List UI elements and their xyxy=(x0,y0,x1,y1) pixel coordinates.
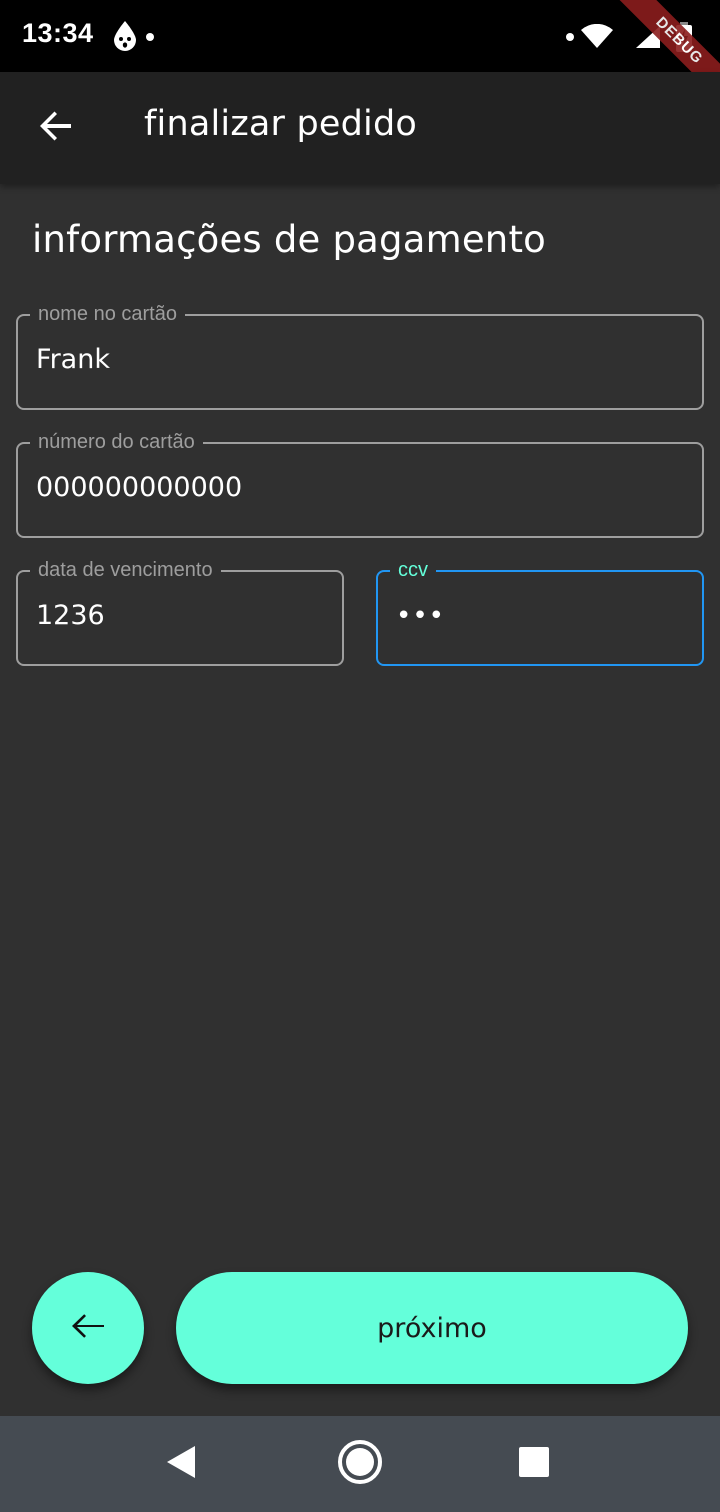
nav-back-button[interactable] xyxy=(158,1440,206,1488)
arrow-back-icon xyxy=(38,108,74,148)
expiry-date-value: 1236 xyxy=(36,600,105,631)
page-title: finalizar pedido xyxy=(144,104,417,144)
previous-step-button[interactable] xyxy=(32,1272,144,1384)
status-bar: 13:34 H DEBUG xyxy=(0,0,720,72)
wifi-icon xyxy=(580,23,614,54)
app-bar-back-button[interactable] xyxy=(24,96,88,160)
expiry-date-label: data de vencimento xyxy=(30,557,221,583)
status-time: 13:34 xyxy=(22,18,94,48)
expiry-date-field[interactable]: data de vencimento 1236 xyxy=(16,557,344,666)
ccv-label: ccv xyxy=(390,557,436,583)
section-heading: informações de pagamento xyxy=(32,218,546,261)
card-number-field[interactable]: número do cartão 000000000000 xyxy=(16,429,704,538)
dot-icon xyxy=(566,33,574,41)
card-number-value: 000000000000 xyxy=(36,472,243,503)
ccv-field[interactable]: ccv ••• xyxy=(376,557,704,666)
nav-home-icon xyxy=(337,1439,383,1489)
dot-icon xyxy=(146,33,154,41)
card-number-label: número do cartão xyxy=(30,429,203,455)
nav-back-icon xyxy=(165,1444,199,1484)
debug-banner: DEBUG xyxy=(609,0,720,72)
card-name-value: Frank xyxy=(36,344,110,375)
arrow-back-icon xyxy=(68,1306,108,1350)
ccv-value: ••• xyxy=(396,601,446,631)
notification-icon xyxy=(112,20,138,56)
system-nav-bar xyxy=(0,1416,720,1512)
nav-recents-icon xyxy=(518,1446,550,1482)
app-bar: finalizar pedido xyxy=(0,72,720,184)
next-button-label: próximo xyxy=(377,1312,487,1344)
next-button[interactable]: próximo xyxy=(176,1272,688,1384)
card-name-field[interactable]: nome no cartão Frank xyxy=(16,301,704,410)
nav-recents-button[interactable] xyxy=(510,1440,558,1488)
nav-home-button[interactable] xyxy=(336,1440,384,1488)
card-name-label: nome no cartão xyxy=(30,301,185,327)
